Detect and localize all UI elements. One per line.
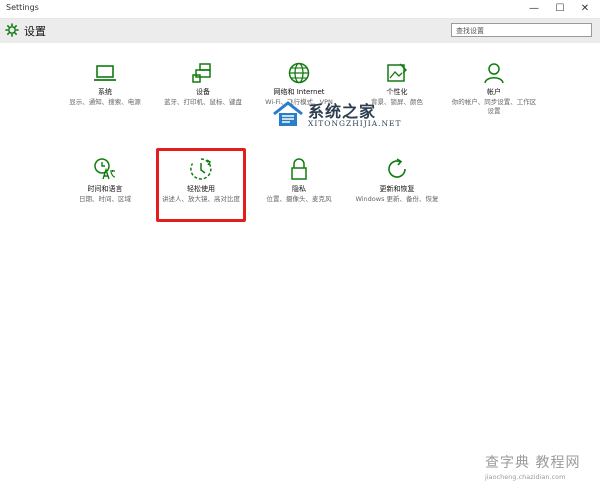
tile-label: 帐户 xyxy=(487,88,501,96)
search-input[interactable]: 查找设置 xyxy=(451,23,592,37)
tile-description: 位置、摄像头、麦克风 xyxy=(266,195,332,203)
gear-icon xyxy=(5,23,19,37)
watermark-subtitle: XITONGZHIJIA.NET xyxy=(308,119,402,128)
maximize-button[interactable]: ☐ xyxy=(548,0,572,18)
tile-label: 设备 xyxy=(196,88,210,96)
globe-icon xyxy=(288,62,310,84)
tile-time-language[interactable]: 时间和语言 日期、时间、区域 xyxy=(62,157,148,204)
devices-icon xyxy=(192,63,211,83)
update-icon xyxy=(388,158,406,178)
person-icon xyxy=(484,63,504,84)
laptop-icon xyxy=(94,65,116,81)
minimize-button[interactable]: — xyxy=(522,0,546,18)
window-title: Settings xyxy=(6,3,39,12)
tile-description: 日期、时间、区域 xyxy=(79,195,131,203)
tile-accounts[interactable]: 帐户 你的帐户、同步设置、工作区设置 xyxy=(451,62,537,116)
tile-label: 更新和恢复 xyxy=(379,185,415,193)
tile-label: 隐私 xyxy=(292,185,306,193)
watermark-corner-title: 查字典 教程网 xyxy=(485,455,581,471)
lock-icon xyxy=(291,158,307,180)
tile-description: Windows 更新、备份、恢复 xyxy=(355,195,439,203)
tile-description: 显示、通知、搜索、电源 xyxy=(69,98,141,106)
watermark-logo: 系统之家 XITONGZHIJIA.NET xyxy=(272,96,422,136)
settings-header: 设置 查找设置 xyxy=(0,19,600,43)
house-logo-icon xyxy=(273,101,303,126)
time-language-icon xyxy=(94,158,116,180)
personalization-icon xyxy=(387,63,407,82)
tile-label: 系统 xyxy=(98,88,112,96)
window-titlebar: Settings — ☐ ✕ xyxy=(0,0,600,19)
watermark-corner-url: jiaocheng.chazidian.com xyxy=(485,473,566,481)
highlight-box xyxy=(156,148,246,222)
tile-description: 蓝牙、打印机、鼠标、键盘 xyxy=(164,98,242,106)
tile-privacy[interactable]: 隐私 位置、摄像头、麦克风 xyxy=(256,157,342,204)
tile-description: 你的帐户、同步设置、工作区设置 xyxy=(451,98,537,115)
tile-label: 时间和语言 xyxy=(87,185,123,193)
watermark-corner: 查字典 教程网 jiaocheng.chazidian.com xyxy=(485,452,597,484)
close-button[interactable]: ✕ xyxy=(573,0,597,18)
tile-system[interactable]: 系统 显示、通知、搜索、电源 xyxy=(62,62,148,107)
tile-devices[interactable]: 设备 蓝牙、打印机、鼠标、键盘 xyxy=(160,62,246,107)
tile-update-recovery[interactable]: 更新和恢复 Windows 更新、备份、恢复 xyxy=(354,157,440,204)
page-title: 设置 xyxy=(24,25,46,38)
